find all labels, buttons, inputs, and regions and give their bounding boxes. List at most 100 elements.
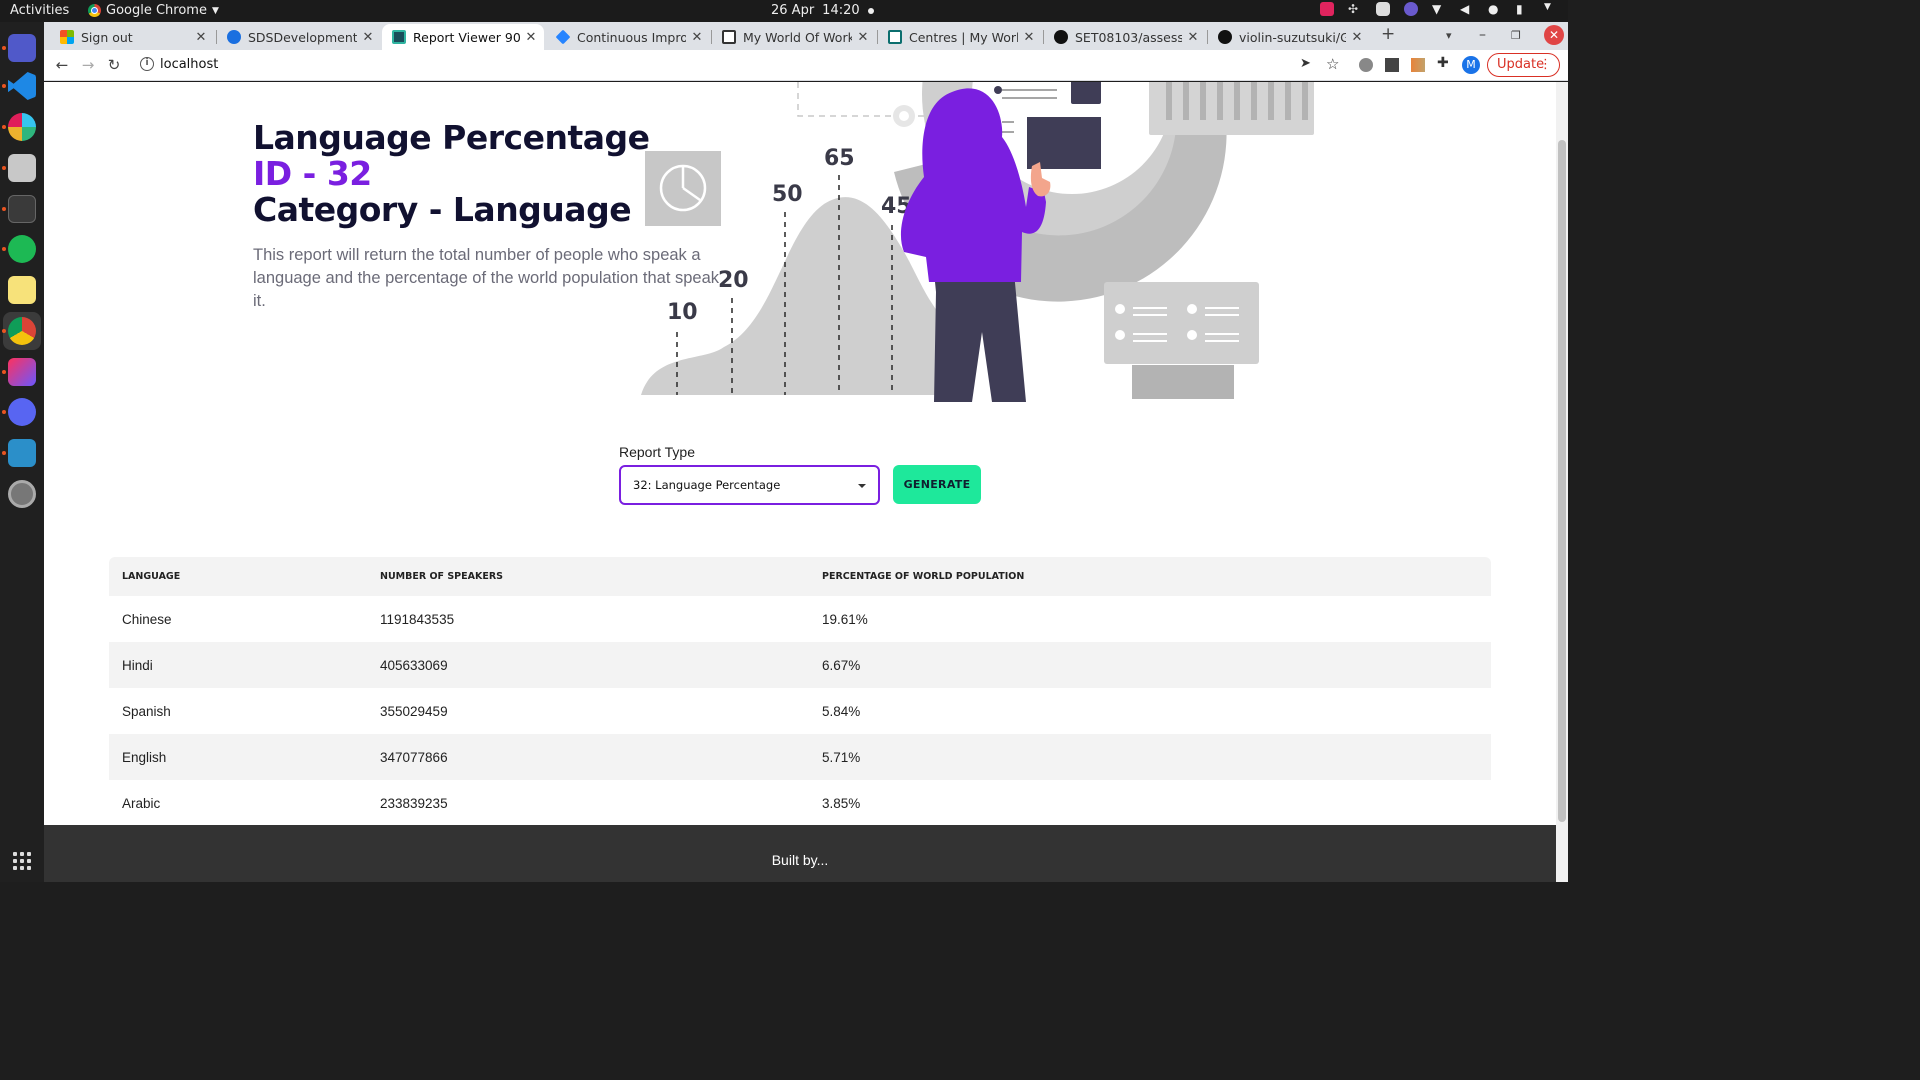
tab-set08103[interactable]: SET08103/assessme ✕ — [1044, 24, 1206, 50]
show-applications-icon[interactable] — [13, 852, 31, 870]
report-type-selected-value: 32: Language Percentage — [633, 478, 781, 492]
notification-dot-icon — [867, 7, 874, 14]
cell-language: Chinese — [122, 611, 172, 627]
bar-widget-bars — [1166, 82, 1308, 120]
running-indicator-icon — [2, 207, 6, 211]
running-indicator-icon — [2, 125, 6, 129]
profile-avatar[interactable]: M — [1462, 56, 1480, 74]
table-row: English 347077866 5.71% — [109, 734, 1491, 780]
kebab-menu-icon[interactable]: ⋮ — [1539, 54, 1552, 76]
close-tab-icon[interactable]: ✕ — [1186, 30, 1200, 45]
back-arrow-icon[interactable]: ← — [52, 55, 72, 75]
system-top-bar: Activities Google Chrome ▼ 26 Apr 14:20 … — [0, 0, 1568, 22]
tab-title: SET08103/assessme — [1075, 29, 1182, 45]
extensions-puzzle-icon[interactable]: ✚ — [1437, 55, 1451, 71]
browser-toolbar: ← → ↻ i localhost ➤ ☆ ✚ M Update ⋮ — [44, 50, 1568, 81]
chrome-icon[interactable] — [8, 317, 36, 345]
tab-sdsdevelopment[interactable]: SDSDevelopment / ( ✕ — [217, 24, 381, 50]
list-card-stand-shape — [1132, 365, 1234, 399]
notes-icon[interactable] — [8, 276, 36, 304]
remmina-icon[interactable] — [8, 439, 36, 467]
discord-tray-icon[interactable] — [1376, 2, 1390, 16]
chrome-icon — [88, 4, 101, 17]
tab-search-chevron-icon[interactable]: ▾ — [1446, 29, 1452, 42]
extension-cube-icon[interactable] — [1385, 58, 1399, 72]
running-indicator-icon — [2, 370, 6, 374]
tab-report-viewer[interactable]: Report Viewer 9000 ✕ — [382, 24, 544, 50]
send-icon[interactable]: ➤ — [1300, 56, 1314, 71]
cell-speakers: 355029459 — [380, 703, 448, 719]
activities-button[interactable]: Activities — [10, 3, 69, 18]
close-tab-icon[interactable]: ✕ — [1022, 30, 1036, 45]
bookmark-star-icon[interactable]: ☆ — [1326, 55, 1340, 73]
report-heading: Language Percentage ID - 32 Category - L… — [253, 120, 650, 228]
reload-icon[interactable]: ↻ — [104, 55, 124, 75]
illustration-label: 10 — [667, 300, 698, 325]
close-window-icon[interactable]: ✕ — [1544, 25, 1564, 45]
vscode-icon[interactable] — [8, 72, 36, 100]
github-icon — [1054, 30, 1068, 44]
app-indicator-icon[interactable] — [1320, 2, 1334, 16]
slack-tray-icon[interactable]: ✣ — [1348, 2, 1362, 16]
address-url: localhost — [160, 57, 219, 72]
wifi-icon[interactable]: ▼ — [1432, 2, 1446, 16]
volume-icon[interactable]: ◀ — [1460, 2, 1474, 16]
illustration-label: 65 — [824, 146, 855, 171]
app-menu-label: Google Chrome — [106, 3, 207, 18]
extension-color-icon[interactable] — [1411, 58, 1425, 72]
browser-tab-strip: Sign out ✕ SDSDevelopment / ( ✕ Report V… — [44, 22, 1568, 50]
close-tab-icon[interactable]: ✕ — [194, 30, 208, 45]
clock[interactable]: 26 Apr 14:20 — [771, 3, 874, 18]
report-results-table: LANGUAGE NUMBER OF SPEAKERS PERCENTAGE O… — [109, 557, 1491, 826]
tab-title: Report Viewer 9000 — [413, 29, 520, 45]
table-row: Spanish 355029459 5.84% — [109, 688, 1491, 734]
tab-sign-out[interactable]: Sign out ✕ — [50, 24, 214, 50]
tab-title: Sign out — [81, 29, 133, 45]
column-header-language: LANGUAGE — [109, 557, 367, 596]
tab-continuous-improve[interactable]: Continuous Improve ✕ — [546, 24, 710, 50]
system-menu-chevron-icon[interactable]: ▼ — [1544, 2, 1558, 16]
dropdown-caret-icon — [858, 484, 866, 488]
teams-icon[interactable] — [8, 34, 36, 62]
close-tab-icon[interactable]: ✕ — [856, 30, 870, 45]
close-tab-icon[interactable]: ✕ — [1350, 30, 1364, 45]
address-bar[interactable]: i localhost — [140, 53, 1280, 77]
spotify-icon[interactable] — [8, 235, 36, 263]
discord-icon[interactable] — [8, 398, 36, 426]
tab-violin-suzutsuki[interactable]: violin-suzutsuki/GA ✕ — [1208, 24, 1370, 50]
forward-arrow-icon[interactable]: → — [78, 55, 98, 75]
close-tab-icon[interactable]: ✕ — [524, 30, 538, 45]
tab-centres[interactable]: Centres | My World c ✕ — [878, 24, 1042, 50]
microsoft-icon — [60, 30, 74, 44]
cell-speakers: 405633069 — [367, 642, 809, 688]
slack-icon[interactable] — [8, 113, 36, 141]
battery-icon[interactable]: ▮ — [1516, 2, 1530, 16]
site-info-icon[interactable]: i — [140, 57, 154, 71]
generate-button[interactable]: GENERATE — [893, 465, 981, 504]
files-icon[interactable] — [8, 154, 36, 182]
restore-window-icon[interactable]: ❐ — [1511, 29, 1521, 42]
status-tray-icon[interactable] — [1404, 2, 1418, 16]
app-menu[interactable]: Google Chrome ▼ — [88, 3, 219, 18]
microphone-icon[interactable]: ● — [1488, 2, 1502, 16]
dark-tile-shape — [1071, 82, 1101, 104]
cell-percentage: 3.85% — [822, 795, 861, 811]
close-tab-icon[interactable]: ✕ — [361, 30, 375, 45]
minimize-window-icon[interactable]: – — [1479, 27, 1486, 43]
cell-percentage: 5.84% — [822, 703, 861, 719]
extension-icon[interactable] — [1359, 58, 1373, 72]
close-tab-icon[interactable]: ✕ — [690, 30, 704, 45]
column-header-percentage: PERCENTAGE OF WORLD POPULATION — [809, 557, 1491, 596]
settings-gear-icon[interactable] — [8, 480, 36, 508]
tab-my-world-of-work[interactable]: My World Of Work - ✕ — [712, 24, 876, 50]
update-button[interactable]: Update ⋮ — [1487, 53, 1560, 77]
scrollbar-thumb[interactable] — [1558, 140, 1566, 822]
cell-speakers: 347077866 — [367, 734, 809, 780]
terminal-icon[interactable] — [8, 195, 36, 223]
report-type-label: Report Type — [619, 444, 696, 460]
new-tab-plus-icon[interactable]: + — [1381, 24, 1395, 44]
report-type-select[interactable]: 32: Language Percentage — [619, 465, 880, 505]
azure-devops-icon — [227, 30, 241, 44]
page-scrollbar[interactable] — [1556, 82, 1568, 882]
intellij-icon[interactable] — [8, 358, 36, 386]
